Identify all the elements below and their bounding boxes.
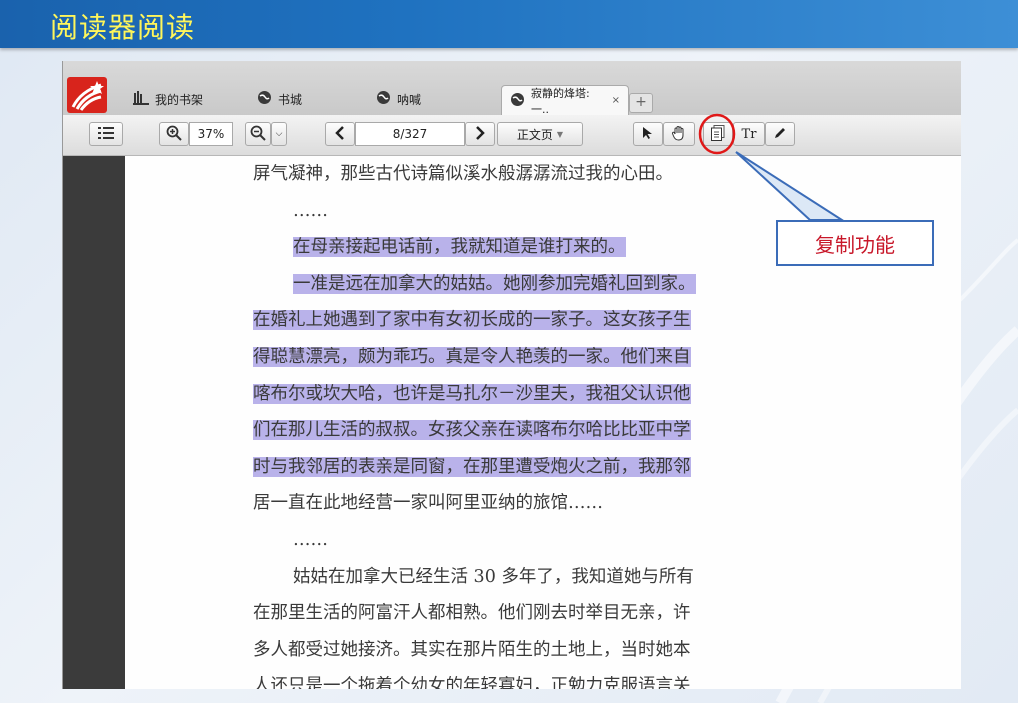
slide-title: 阅读器阅读 bbox=[50, 11, 196, 44]
text-tool-label: Tr bbox=[741, 126, 757, 142]
book-text-line: 在母亲接起电话前，我就知道是谁打来的。 bbox=[293, 235, 626, 259]
annotate-button[interactable] bbox=[765, 122, 795, 146]
book-text-line: 喀布尔或坎大哈，也许是马扎尔－沙里夫，我祖父认识他 bbox=[253, 382, 691, 406]
callout-label: 复制功能 bbox=[815, 232, 895, 257]
tab-label: 呐喊 bbox=[397, 92, 422, 107]
highlighted-text: 一准是远在加拿大的姑姑。她刚参加完婚礼回到家。 bbox=[293, 273, 696, 294]
book-text-line: 一准是远在加拿大的姑姑。她刚参加完婚礼回到家。 bbox=[293, 272, 696, 296]
tab-current-book[interactable]: 寂静的烽塔:一.. × bbox=[501, 85, 629, 116]
book-text-line: 屏气凝神，那些古代诗篇似溪水般潺潺流过我的心田。 bbox=[253, 162, 673, 186]
close-icon[interactable]: × bbox=[612, 95, 620, 106]
highlighted-text: 得聪慧漂亮，颇为乖巧。真是令人艳羡的一家。他们来自 bbox=[253, 347, 691, 367]
book-text-line: 得聪慧漂亮，颇为乖巧。真是令人艳羡的一家。他们来自 bbox=[253, 345, 691, 369]
page-type-select[interactable]: 正文页 ▼ bbox=[497, 122, 583, 146]
tab-bookstore[interactable]: 书城 bbox=[249, 87, 310, 111]
hand-tool-button[interactable] bbox=[663, 122, 695, 146]
tab-bar: 我的书架 书城 呐喊 寂静的烽塔:一.. × + bbox=[63, 61, 961, 116]
toolbar: 37% ⌵ 8/327 正文页 ▼ Tr bbox=[63, 115, 961, 156]
tab-label: 书城 bbox=[278, 92, 303, 107]
chevron-down-icon: ⌵ bbox=[275, 129, 283, 139]
copy-function-callout: 复制功能 bbox=[776, 220, 934, 266]
book-text-line: 多人都受过她接济。其实在那片陌生的土地上，当时她本 bbox=[253, 638, 691, 662]
pen-icon bbox=[773, 126, 787, 143]
book-text-line: 居一直在此地经营一家叫阿里亚纳的旅馆…… bbox=[253, 491, 603, 515]
book-text-line: 在婚礼上她遇到了家中有女初长成的一家子。这女孩子生 bbox=[253, 308, 691, 332]
zoom-out-button[interactable] bbox=[245, 122, 271, 146]
zoom-out-icon bbox=[250, 125, 266, 144]
highlighted-text: 喀布尔或坎大哈，也许是马扎尔－沙里夫，我祖父认识他 bbox=[253, 383, 691, 404]
book-text-line: 时与我邻居的表亲是同窗，在那里遭受炮火之前，我那邻 bbox=[253, 455, 691, 479]
chevron-left-icon bbox=[335, 125, 345, 143]
globe-icon bbox=[510, 92, 525, 110]
zoom-in-button[interactable] bbox=[159, 122, 189, 146]
cursor-icon bbox=[642, 126, 654, 143]
line-text: 姑姑在加拿大已经生活 30 多年了，我知道她与所有 bbox=[293, 566, 694, 587]
page-type-label: 正文页 bbox=[516, 127, 553, 142]
line-text: 多人都受过她接济。其实在那片陌生的土地上，当时她本 bbox=[253, 639, 691, 660]
globe-icon bbox=[257, 90, 272, 108]
highlighted-text: 时与我邻居的表亲是同窗，在那里遭受炮火之前，我那邻 bbox=[253, 456, 691, 477]
line-text: 在那里生活的阿富汗人都相熟。他们刚去时举目无亲，许 bbox=[253, 603, 691, 624]
tab-nahan[interactable]: 呐喊 bbox=[368, 87, 429, 111]
chevron-down-icon: ▼ bbox=[556, 129, 564, 139]
book-text-line: 人还只是一个拖着个幼女的年轻寡妇，正勉力克服语言关 bbox=[253, 674, 691, 689]
add-tab-button[interactable]: + bbox=[629, 93, 653, 113]
book-text-line: …… bbox=[293, 199, 328, 223]
next-page-button[interactable] bbox=[465, 122, 495, 146]
book-text-line: …… bbox=[293, 528, 328, 552]
tab-label: 我的书架 bbox=[155, 92, 204, 107]
globe-icon bbox=[376, 90, 391, 108]
chevron-right-icon bbox=[475, 125, 485, 143]
zoom-level-field[interactable]: 37% bbox=[189, 122, 233, 146]
tab-bookshelf[interactable]: 我的书架 bbox=[125, 87, 211, 111]
book-text-line: 在那里生活的阿富汗人都相熟。他们刚去时举目无亲，许 bbox=[253, 601, 691, 625]
select-tool-button[interactable] bbox=[633, 122, 663, 146]
highlighted-text: 在婚礼上她遇到了家中有女初长成的一家子。这女孩子生 bbox=[253, 310, 691, 331]
line-text: 屏气凝神，那些古代诗篇似溪水般潺潺流过我的心田。 bbox=[253, 164, 673, 184]
highlighted-text: 在母亲接起电话前，我就知道是谁打来的。 bbox=[293, 237, 626, 258]
slide-header: 阅读器阅读 bbox=[0, 0, 1018, 48]
app-logo bbox=[67, 77, 107, 113]
zoom-in-icon bbox=[166, 125, 182, 144]
list-icon bbox=[98, 126, 114, 142]
prev-page-button[interactable] bbox=[325, 122, 355, 146]
reader-window: 我的书架 书城 呐喊 寂静的烽塔:一.. × + 37% ⌵ 8/327 正文页… bbox=[62, 61, 961, 689]
page-number-field[interactable]: 8/327 bbox=[355, 122, 465, 146]
book-text-line: 姑姑在加拿大已经生活 30 多年了，我知道她与所有 bbox=[293, 565, 694, 589]
line-text: 居一直在此地经营一家叫阿里亚纳的旅馆…… bbox=[253, 493, 603, 514]
copy-button[interactable] bbox=[703, 122, 733, 146]
bookshelf-icon bbox=[133, 90, 149, 108]
tab-label: 寂静的烽塔:一.. bbox=[531, 86, 590, 116]
line-text: 人还只是一个拖着个幼女的年轻寡妇，正勉力克服语言关 bbox=[253, 676, 691, 689]
hand-icon bbox=[671, 125, 687, 144]
left-margin-panel bbox=[63, 156, 125, 689]
toc-button[interactable] bbox=[89, 122, 123, 146]
highlighted-text: 们在那儿生活的叔叔。女孩父亲在读喀布尔哈比比亚中学 bbox=[253, 420, 691, 441]
copy-icon bbox=[711, 124, 725, 144]
line-text: …… bbox=[293, 200, 328, 221]
line-text: …… bbox=[293, 530, 328, 550]
book-text-line: 们在那儿生活的叔叔。女孩父亲在读喀布尔哈比比亚中学 bbox=[253, 418, 691, 442]
text-tool-button[interactable]: Tr bbox=[733, 122, 765, 146]
zoom-dropdown-button[interactable]: ⌵ bbox=[271, 122, 287, 146]
